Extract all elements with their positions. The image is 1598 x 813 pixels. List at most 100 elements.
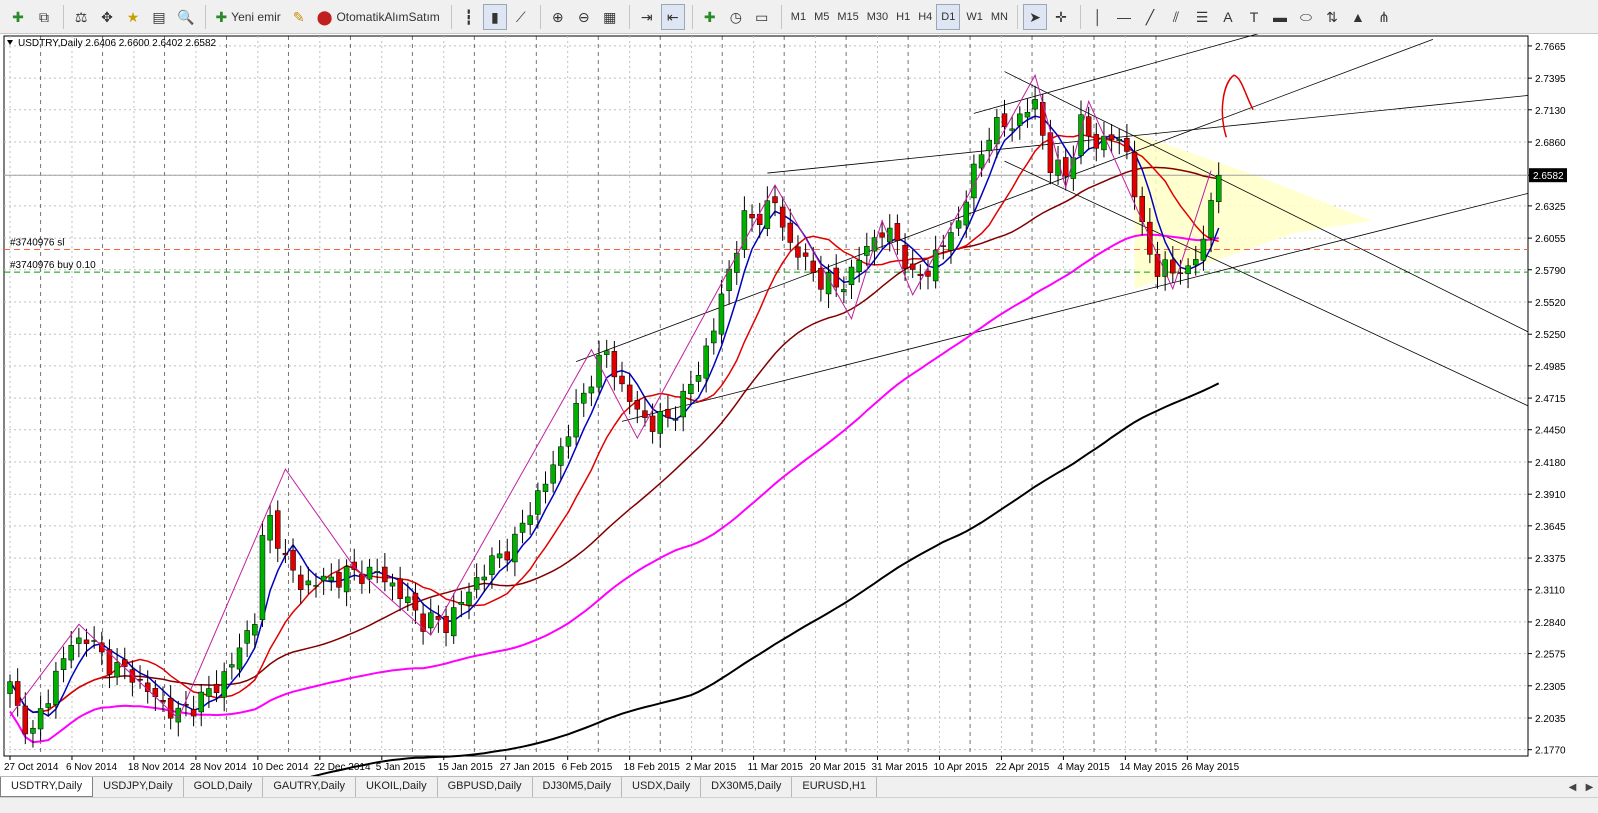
horizontal-line-tool[interactable]: — [1112,4,1136,30]
new-order-button[interactable]: ✚ Yeni emir [211,4,284,30]
tab-ukoil[interactable]: UKOIL,Daily [356,777,438,797]
price-chart[interactable]: 2.7665 2.7395 2.7130 2.6860 2.6582 2.6325 2.60… [0,34,1598,776]
y-tick-label: 2.3375 [1535,554,1566,565]
candle-body [397,578,403,599]
candle-body [60,658,67,670]
fibonacci-tool[interactable]: ☰ [1190,4,1214,30]
timeframe-m5[interactable]: M5 [810,11,833,23]
y-tick-label: 2.6860 [1535,138,1566,149]
metaeditor-button[interactable]: ✎ [287,4,311,30]
candle-body [848,266,855,285]
tab-gautry[interactable]: GAUTRY,Daily [263,777,357,797]
candle-body [649,415,656,432]
candle-body [374,571,380,573]
candle-body [986,139,992,152]
candle-body [611,351,618,378]
crosshair-tool[interactable]: ✛ [1049,4,1073,30]
candle-body [1131,152,1138,198]
trendline-tool[interactable]: ╱ [1138,4,1162,30]
zoom-out-button[interactable]: ⊖ [572,4,596,30]
candle-body [1208,200,1214,239]
timeframe-h1[interactable]: H1 [892,11,914,23]
candle-body [1032,99,1038,110]
timeframe-m30[interactable]: M30 [863,11,892,23]
bar-chart-icon: ┇ [464,8,474,25]
trendline-icon: ╱ [1145,8,1155,25]
tile-windows-button[interactable]: ▦ [598,4,622,30]
tab-eurusd[interactable]: EURUSD,H1 [792,777,877,797]
auto-trading-button[interactable]: ⬤ OtomatikAlımSatım [313,4,444,30]
text-label-tool[interactable]: T [1242,4,1266,30]
candle-body [688,383,694,394]
triangle-tool[interactable]: ▲ [1346,4,1370,30]
scroll-left-icon[interactable]: ◀ [1564,777,1581,797]
x-tick-label: 26 May 2015 [1181,762,1239,773]
text-tool[interactable]: A [1216,4,1240,30]
zoom-in-icon: ⊕ [551,8,564,25]
profiles-button[interactable]: ⧉ [32,4,56,30]
cursor-tool[interactable]: ➤ [1022,3,1047,30]
periods-button[interactable]: ◷ [724,4,748,30]
equidistant-channel-tool[interactable]: ⫽ [1164,4,1188,30]
y-tick-label: 2.3645 [1535,522,1566,533]
crosshair-icon: ✥ [101,8,113,25]
ellipse-tool[interactable]: ⬭ [1294,4,1318,30]
data-window-button[interactable]: ✥ [95,4,119,30]
y-tick-label: 2.5520 [1535,298,1566,309]
candle-body [1108,134,1115,140]
timeframe-h4[interactable]: H4 [914,11,936,23]
candle-body [45,703,51,708]
timeframe-w1[interactable]: W1 [962,11,987,23]
tab-usdx[interactable]: USDX,Daily [622,777,702,797]
bar-chart-button[interactable]: ┇ [457,4,481,30]
navigator-button[interactable]: ★ [121,4,145,30]
tab-dx30m5[interactable]: DX30M5,Daily [701,777,793,797]
line-chart-button[interactable]: ⟋ [509,4,533,30]
timeframe-d1[interactable]: D1 [936,3,961,30]
candle-body [711,330,717,344]
x-tick-label: 18 Nov 2014 [128,762,185,773]
terminal-button[interactable]: ▤ [147,4,171,30]
toolbar-separator [539,4,541,29]
tab-gbpusd[interactable]: GBPUSD,Daily [438,777,533,797]
candle-body [443,615,449,633]
tab-usdtry[interactable]: USDTRY,Daily [0,777,94,797]
strategy-tester-button[interactable]: 🔍 [173,4,198,30]
tab-dj30m5[interactable]: DJ30M5,Daily [533,777,623,797]
rectangle-tool[interactable]: ▬ [1268,4,1292,30]
timeframe-m15[interactable]: M15 [833,11,862,23]
candlestick-button[interactable]: ▮ [482,3,507,30]
tile-windows-icon: ▦ [603,8,617,25]
plus-chart-icon: ✚ [12,8,24,25]
fibonacci-icon: ☰ [1195,8,1209,25]
tab-gold[interactable]: GOLD,Daily [184,777,264,797]
candle-body [305,580,312,586]
scroll-right-icon[interactable]: ▶ [1581,777,1598,797]
candle-body [626,384,633,402]
candle-body [550,464,556,484]
candle-body [229,664,235,668]
arrows-tool[interactable]: ⇅ [1320,4,1344,30]
candle-body [1215,174,1222,202]
candle-body [948,232,954,251]
vertical-line-tool[interactable]: │ [1086,4,1110,30]
zoom-in-button[interactable]: ⊕ [546,4,570,30]
window-stack-icon: ⧉ [39,8,49,25]
new-order-icon: ✚ [215,8,228,25]
candle-body [160,699,166,703]
tab-usdjpy[interactable]: USDJPY,Daily [93,777,184,797]
new-chart-button[interactable]: ✚ [6,4,30,30]
candle-body [76,637,82,644]
auto-scroll-button[interactable]: ⇥ [635,4,659,30]
timeframe-m1[interactable]: M1 [787,11,810,23]
candle-body [581,392,587,404]
pitchfork-tool[interactable]: ⋔ [1372,4,1396,30]
chart-canvas[interactable]: 2.7665 2.7395 2.7130 2.6860 2.6582 2.6325 2.60… [0,34,1598,776]
candle-body [864,246,870,256]
templates-button[interactable]: ▭ [750,4,774,30]
indicators-button[interactable]: ✚ [698,4,722,30]
chart-shift-button[interactable]: ⇤ [660,3,685,30]
x-tick-label: 20 Mar 2015 [810,762,867,773]
market-watch-button[interactable]: ⚖ [69,4,93,30]
timeframe-mn[interactable]: MN [987,11,1012,23]
